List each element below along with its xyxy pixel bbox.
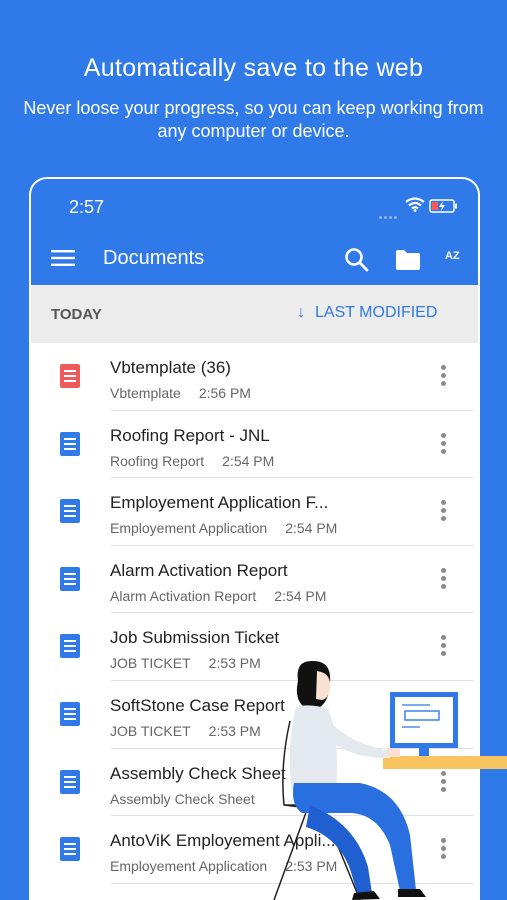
document-template: Assembly Check Sheet: [110, 790, 255, 807]
app-title: Documents: [103, 247, 205, 269]
battery-icon: [429, 199, 457, 213]
document-time: 2:56 PM: [198, 385, 251, 401]
document-template: JOB TICKET: [110, 655, 191, 672]
sort-button[interactable]: ↓ LAST MODIFIED: [297, 304, 437, 322]
status-time: 2:57: [69, 197, 105, 217]
document-template: Vbtemplate: [110, 385, 181, 401]
document-name: Job Submission Ticket: [110, 628, 280, 648]
more-options-icon[interactable]: [441, 365, 449, 389]
document-time: 2:54 PM: [285, 520, 338, 537]
more-options-icon[interactable]: [441, 567, 449, 592]
document-icon: [60, 364, 80, 388]
document-template: Roofing Report: [110, 452, 205, 469]
more-options-icon[interactable]: [441, 432, 449, 457]
sort-az-icon[interactable]: AZ: [445, 250, 460, 262]
signal-dots-icon: [379, 206, 401, 219]
document-name: Employement Application F...: [110, 493, 329, 513]
search-icon[interactable]: [344, 247, 370, 273]
document-meta: Assembly Check Sheet: [110, 791, 273, 807]
folder-icon[interactable]: [395, 249, 421, 271]
document-name: Vbtemplate (36): [110, 358, 231, 377]
document-meta: Alarm Activation Report 2:54 PM: [110, 588, 326, 604]
document-meta: Employement Application 2:54 PM: [110, 520, 337, 536]
list-item[interactable]: Employement Application F... Employement …: [31, 478, 478, 546]
document-template: Employement Application: [110, 858, 268, 875]
document-icon: [60, 431, 80, 456]
document-time: 2:54 PM: [274, 587, 327, 604]
document-template: Alarm Activation Report: [110, 587, 257, 604]
wifi-icon: [405, 197, 425, 212]
document-icon: [60, 701, 80, 726]
document-meta: JOB TICKET 2:53 PM: [110, 723, 261, 739]
document-icon: [60, 566, 80, 591]
person-at-desk-illustration: [273, 660, 507, 900]
document-meta: Roofing Report 2:54 PM: [110, 453, 274, 469]
status-bar: 2:57: [31, 179, 478, 235]
document-meta: JOB TICKET 2:53 PM: [110, 655, 261, 671]
list-item[interactable]: Vbtemplate (36) Vbtemplate 2:56 PM: [31, 343, 478, 411]
document-time: 2:54 PM: [222, 452, 275, 469]
document-name: Alarm Activation Report: [110, 560, 288, 580]
app-bar: Documents AZ: [31, 235, 478, 285]
document-meta: Vbtemplate 2:56 PM: [110, 385, 251, 401]
promo-subline: Never loose your progress, so you can ke…: [23, 98, 484, 141]
more-options-icon[interactable]: [441, 500, 449, 524]
document-icon: [60, 837, 80, 862]
menu-icon[interactable]: [51, 249, 75, 267]
list-item[interactable]: Alarm Activation Report Alarm Activation …: [31, 546, 478, 614]
document-name: Roofing Report - JNL: [110, 425, 270, 445]
document-template: JOB TICKET: [110, 722, 191, 739]
document-icon: [60, 634, 80, 659]
sort-label: LAST MODIFIED: [315, 304, 438, 321]
document-icon: [60, 769, 80, 794]
section-header: TODAY ↓ LAST MODIFIED: [31, 285, 478, 343]
list-item[interactable]: Roofing Report - JNL Roofing Report 2:54 P…: [31, 411, 478, 479]
document-template: Employement Application: [110, 520, 268, 537]
promo-headline: Automatically save to the web: [83, 54, 424, 82]
document-icon: [60, 499, 80, 524]
arrow-down-icon: ↓: [297, 304, 305, 321]
section-label: TODAY: [51, 306, 102, 323]
